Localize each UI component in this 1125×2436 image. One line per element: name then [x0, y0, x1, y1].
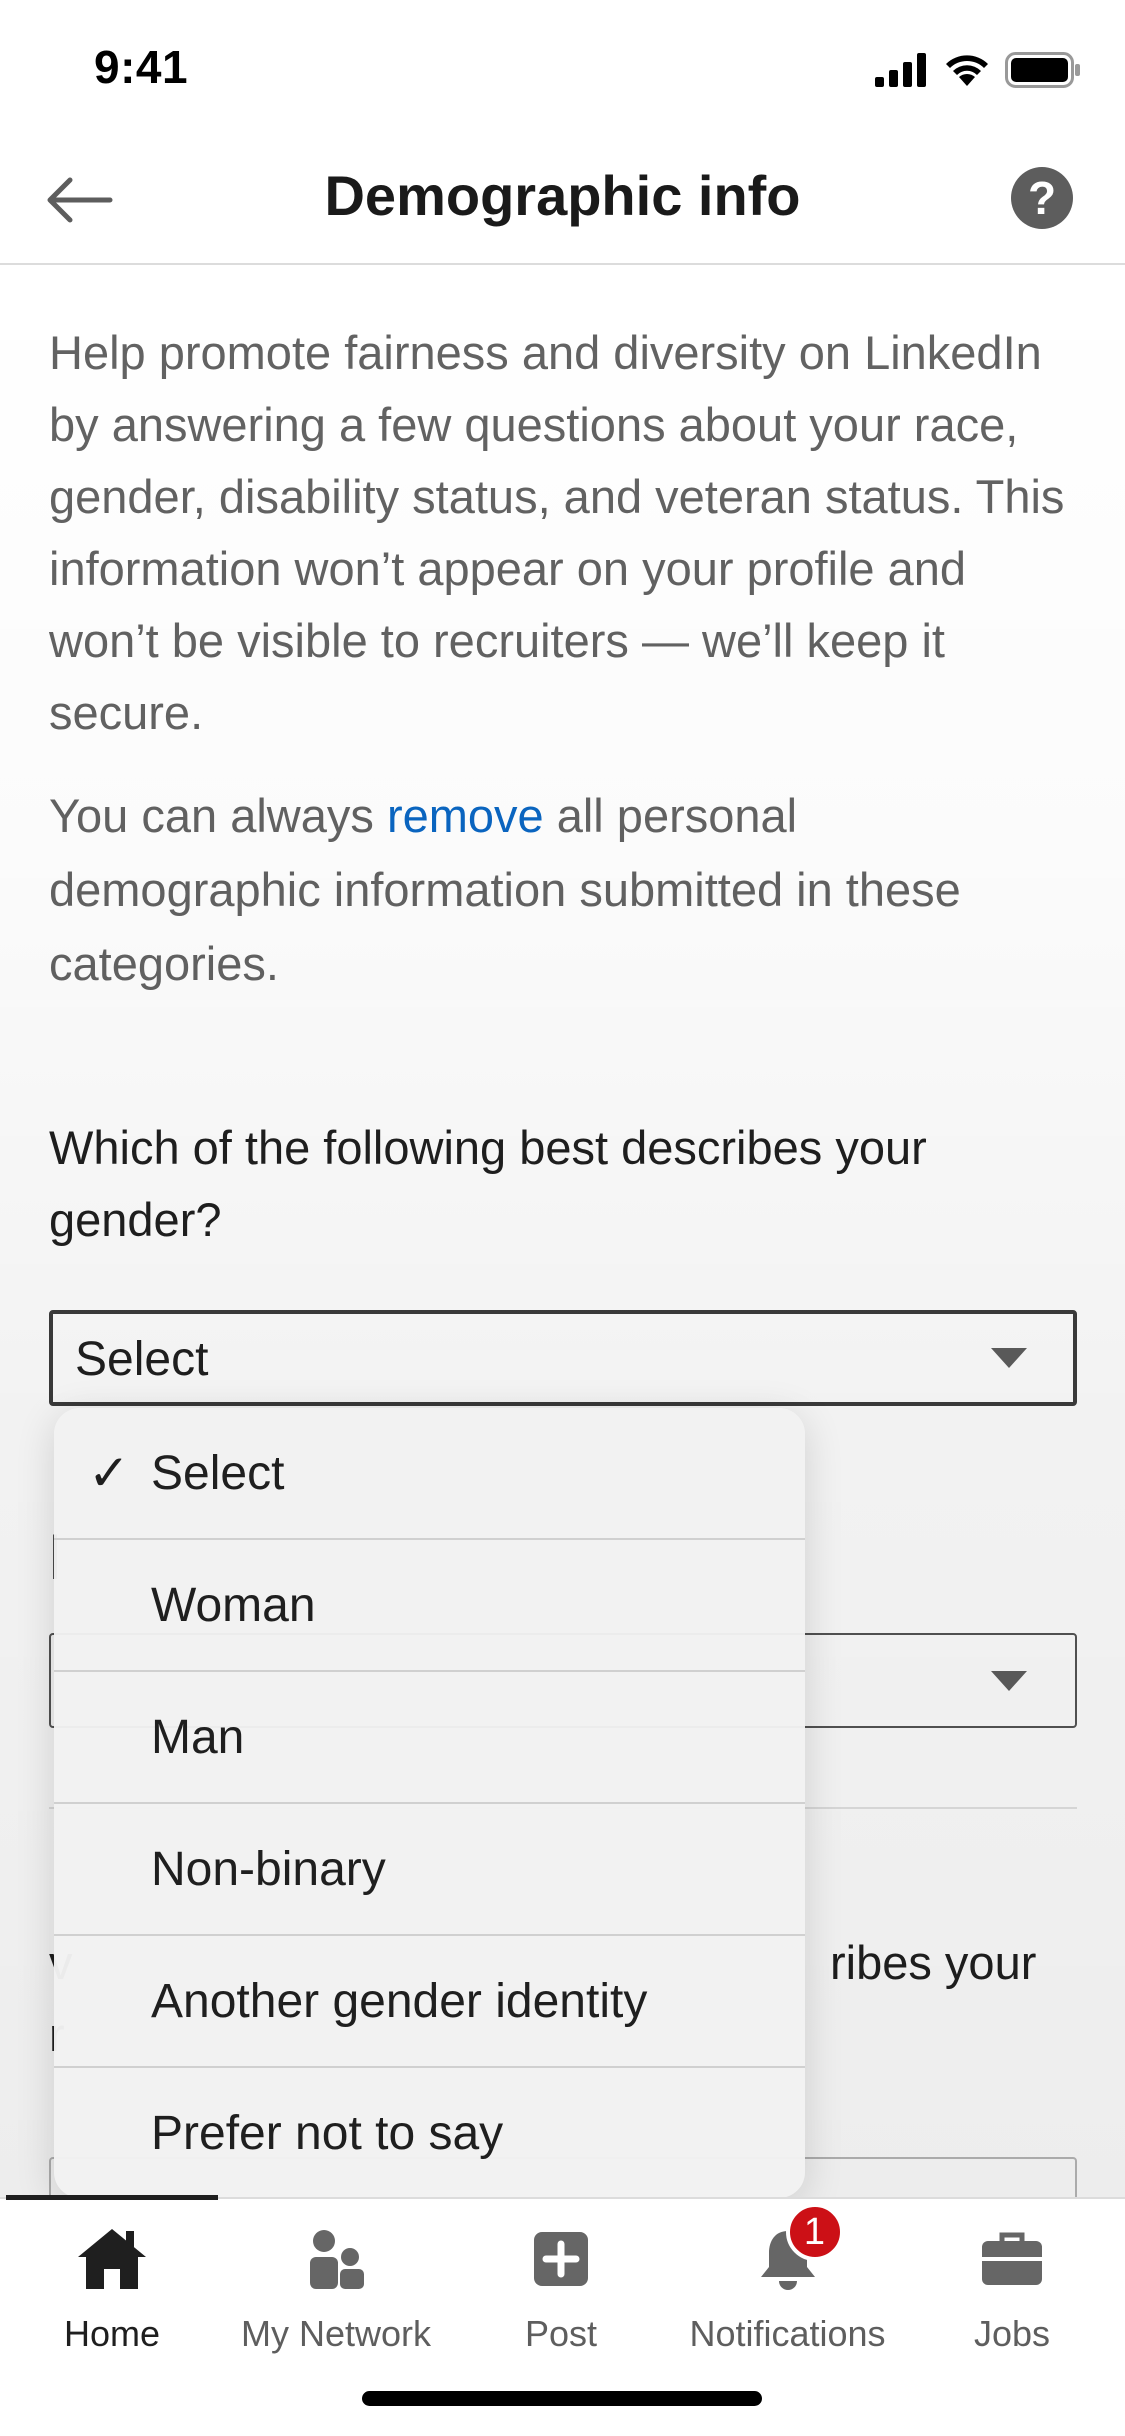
nav-label: Notifications	[689, 2313, 886, 2354]
dropdown-option-label: Man	[151, 1711, 245, 1764]
home-indicator	[362, 2391, 762, 2406]
dropdown-option-non-binary[interactable]: Non-binary	[54, 1804, 805, 1936]
nav-home[interactable]: Home	[38, 2219, 186, 2359]
briefcase-icon	[972, 2219, 1052, 2299]
plus-square-icon	[521, 2219, 601, 2299]
nav-label: Home	[63, 2313, 161, 2354]
bell-icon: 1	[748, 2203, 844, 2299]
gender-question-label: Which of the following best describes yo…	[49, 1121, 927, 1246]
wifi-icon	[946, 55, 988, 86]
intro-text: Help promote fairness and diversity on L…	[49, 326, 1065, 739]
nav-label: My Network	[240, 2313, 432, 2354]
nav-my-network[interactable]: My Network	[225, 2219, 447, 2359]
nav-notifications[interactable]: 1 Notifications	[680, 2203, 895, 2359]
remove-info-text: You can always remove all personal demog…	[49, 779, 1079, 1001]
status-time: 9:41	[94, 41, 189, 93]
dropdown-option-label: Another gender identity	[151, 1975, 648, 2028]
dropdown-option-woman[interactable]: Woman	[54, 1540, 805, 1672]
battery-icon	[1005, 52, 1080, 88]
dropdown-option-label: Non-binary	[151, 1843, 386, 1896]
people-icon	[296, 2219, 376, 2299]
remove-link[interactable]: remove	[387, 789, 544, 842]
dropdown-option-label: Woman	[151, 1579, 316, 1632]
caret-down-icon	[991, 1671, 1027, 1691]
caret-down-icon	[991, 1348, 1027, 1368]
active-tab-indicator	[6, 2195, 218, 2200]
nav-label: Post	[524, 2313, 598, 2354]
remove-prefix: You can always	[49, 789, 387, 842]
status-icons	[875, 50, 1081, 90]
status-bar: 9:41	[0, 0, 1125, 135]
dropdown-option-label: Select	[151, 1447, 285, 1500]
gender-dropdown-menu: ✓ Select Woman Man Non-binary Another ge…	[54, 1408, 805, 2198]
header: Demographic info ?	[0, 135, 1125, 265]
notification-badge: 1	[785, 2203, 844, 2261]
dropdown-option-label: Prefer not to say	[151, 2107, 504, 2160]
checkmark-icon: ✓	[88, 1445, 130, 1501]
page-title: Demographic info	[324, 164, 801, 227]
gender-select-value: Select	[75, 1333, 209, 1386]
dropdown-option-man[interactable]: Man	[54, 1672, 805, 1804]
nav-label: Jobs	[973, 2313, 1051, 2354]
nav-post[interactable]: Post	[487, 2219, 635, 2359]
obscured-question-fragment-right: ribes your	[830, 1936, 1037, 1989]
dropdown-option-prefer-not-to-say[interactable]: Prefer not to say	[54, 2068, 805, 2198]
signal-icon	[875, 53, 926, 87]
dropdown-option-another-gender-identity[interactable]: Another gender identity	[54, 1936, 805, 2068]
help-icon[interactable]: ?	[1011, 167, 1073, 229]
gender-select[interactable]: Select	[49, 1310, 1077, 1406]
home-icon	[72, 2219, 152, 2299]
nav-jobs[interactable]: Jobs	[940, 2219, 1084, 2359]
dropdown-option-select[interactable]: ✓ Select	[54, 1408, 805, 1540]
